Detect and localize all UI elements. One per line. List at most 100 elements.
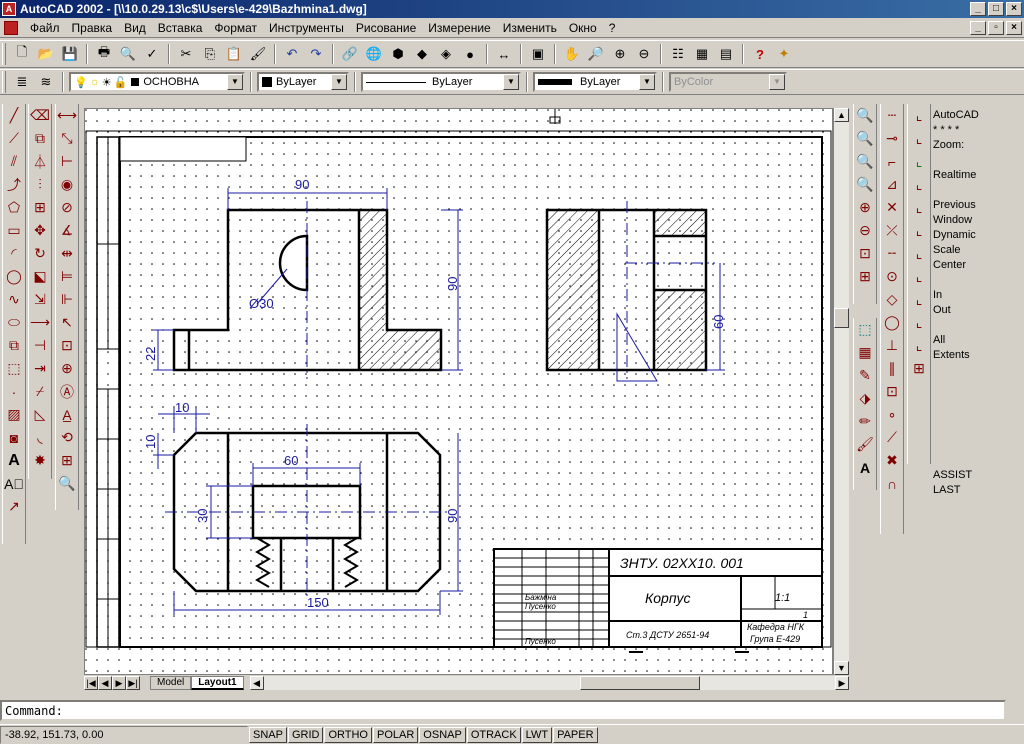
chevron-down-icon[interactable]: ▼ xyxy=(227,74,243,90)
radius-icon[interactable]: ◉ xyxy=(56,173,78,196)
zoom-dynamic-icon[interactable]: 🔍 xyxy=(854,127,876,150)
snap-nearest-icon[interactable]: ⟋ xyxy=(881,426,903,449)
help-icon[interactable]: ? xyxy=(749,43,771,65)
tolerance-icon[interactable]: ⊡ xyxy=(56,334,78,357)
pencil-icon[interactable]: ✏ xyxy=(854,410,876,433)
ucs-apply-icon[interactable]: ⊞ xyxy=(908,357,930,380)
ucs-object-icon[interactable]: ⌞ xyxy=(908,173,930,196)
dim-style-icon[interactable]: ⊞ xyxy=(56,449,78,472)
attribute-icon[interactable]: A⃞ xyxy=(3,472,25,495)
print-preview-icon[interactable]: 🔍 xyxy=(117,43,139,65)
snap-node-icon[interactable]: ∘ xyxy=(881,403,903,426)
doc-restore-button[interactable]: ▫ xyxy=(988,21,1004,35)
menu-help[interactable]: ? xyxy=(603,21,622,35)
continue-icon[interactable]: ⊩ xyxy=(56,288,78,311)
zoom-realtime-icon[interactable]: 🔎 xyxy=(585,43,607,65)
diameter-icon[interactable]: ⊘ xyxy=(56,196,78,219)
lengthen-icon[interactable]: ⟶ xyxy=(29,311,51,334)
aligned-dim-icon[interactable]: ⤡ xyxy=(56,127,78,150)
doc-minimize-button[interactable]: _ xyxy=(970,21,986,35)
mirror-icon[interactable]: ⏃ xyxy=(29,150,51,173)
extend-icon[interactable]: ⇥ xyxy=(29,357,51,380)
linear-dim-icon[interactable]: ⟷ xyxy=(56,104,78,127)
tab-layout1[interactable]: Layout1 xyxy=(191,676,244,690)
drawing-canvas[interactable]: 90 90 Ø30 22 60 10 10 60 30 90 150 ЗНТУ.… xyxy=(84,108,833,675)
ucs-z-icon[interactable]: ⌞ xyxy=(908,334,930,357)
properties-icon[interactable]: ☷ xyxy=(667,43,689,65)
info-option-in[interactable]: In xyxy=(933,288,1022,303)
dim-edit-icon[interactable]: Ⓐ xyxy=(56,380,78,403)
fillet-icon[interactable]: ◟ xyxy=(29,426,51,449)
print-icon[interactable]: 🖶 xyxy=(93,43,115,65)
snap-insert-icon[interactable]: ⊡ xyxy=(881,380,903,403)
tab-model[interactable]: Model xyxy=(150,676,192,690)
snap-toggle[interactable]: SNAP xyxy=(249,726,287,743)
info-option-last[interactable]: LAST xyxy=(933,483,1022,498)
hyperlink-icon[interactable]: 🔗 xyxy=(339,43,361,65)
paper-toggle[interactable]: PAPER xyxy=(553,726,598,743)
move-icon[interactable]: ✥ xyxy=(29,219,51,242)
ellipse-icon[interactable]: ⬭ xyxy=(3,311,25,334)
chamfer-icon[interactable]: ◺ xyxy=(29,403,51,426)
autocad-icon[interactable]: A xyxy=(2,2,16,16)
zoom-window-icon[interactable]: 🔍 xyxy=(854,104,876,127)
hatch-icon[interactable]: ▨ xyxy=(3,403,25,426)
ucs-previous-icon[interactable]: ⌞ xyxy=(908,127,930,150)
multiline-icon[interactable]: ⫽ xyxy=(3,150,25,173)
menu-window[interactable]: Окно xyxy=(563,21,603,35)
zoom-out-icon[interactable]: ⊖ xyxy=(854,219,876,242)
scroll-thumb[interactable] xyxy=(834,308,849,328)
info-option-assist[interactable]: ASSIST xyxy=(933,468,1022,483)
region-icon[interactable]: ◙ xyxy=(3,426,25,449)
leader-icon[interactable]: ↖ xyxy=(56,311,78,334)
info-option-previous[interactable]: Previous xyxy=(933,198,1022,213)
zoom-in-icon[interactable]: ⊕ xyxy=(854,196,876,219)
quick-dim-icon[interactable]: ⇹ xyxy=(56,242,78,265)
circle-icon[interactable]: ◯ xyxy=(3,265,25,288)
insert-block-icon[interactable]: ⧉ xyxy=(3,334,25,357)
grid-toggle[interactable]: GRID xyxy=(287,726,324,743)
snap-extension-icon[interactable]: ╌ xyxy=(881,242,903,265)
chevron-down-icon[interactable]: ▼ xyxy=(331,74,347,90)
info-option-realtime[interactable]: Realtime xyxy=(933,168,1022,183)
prev-tab-icon[interactable]: ◀ xyxy=(98,676,112,690)
menu-tools[interactable]: Инструменты xyxy=(263,21,350,35)
scroll-up-icon[interactable]: ▲ xyxy=(834,108,849,122)
menu-modify[interactable]: Изменить xyxy=(497,21,563,35)
match-properties-icon[interactable]: 🖌 xyxy=(247,43,269,65)
toolbar-grip[interactable] xyxy=(2,71,6,93)
trim-icon[interactable]: ⊣ xyxy=(29,334,51,357)
chevron-down-icon[interactable]: ▼ xyxy=(769,74,785,90)
publish-icon[interactable]: ⬢ xyxy=(387,43,409,65)
snap-center-icon[interactable]: ⊙ xyxy=(881,265,903,288)
cut-icon[interactable]: ✂ xyxy=(175,43,197,65)
ucs-icon[interactable]: ◈ xyxy=(435,43,457,65)
new-icon[interactable]: 🗋 xyxy=(11,43,33,65)
layer-manager-icon[interactable]: ≣ xyxy=(11,71,33,93)
ucs-view-icon[interactable]: ⌞ xyxy=(908,196,930,219)
line-icon[interactable]: ╱ xyxy=(3,104,25,127)
copy-object-icon[interactable]: ⧉ xyxy=(29,127,51,150)
minimize-button[interactable]: _ xyxy=(970,2,986,16)
polar-toggle[interactable]: POLAR xyxy=(373,726,419,743)
osnap-settings-icon[interactable]: ∩ xyxy=(881,472,903,495)
brush-icon[interactable]: 🖌 xyxy=(854,433,876,456)
horizontal-scrollbar[interactable]: ◀ ▶ xyxy=(249,676,849,690)
chevron-down-icon[interactable]: ▼ xyxy=(503,74,519,90)
construction-line-icon[interactable]: ⟋ xyxy=(3,127,25,150)
text-style-icon[interactable]: ↗ xyxy=(3,495,25,518)
text-icon[interactable]: A xyxy=(3,449,25,472)
zoom-center-icon[interactable]: 🔍 xyxy=(854,173,876,196)
distance-icon[interactable]: ↔ xyxy=(493,43,515,65)
polyline-icon[interactable]: ⤴ xyxy=(3,173,25,196)
ucs-3point-icon[interactable]: ⌞ xyxy=(908,265,930,288)
stretch-icon[interactable]: ⇲ xyxy=(29,288,51,311)
document-icon[interactable] xyxy=(4,20,18,35)
ucs-zaxis-icon[interactable]: ⌞ xyxy=(908,242,930,265)
zoom-all-icon[interactable]: ⊡ xyxy=(854,242,876,265)
polygon-icon[interactable]: ⬠ xyxy=(3,196,25,219)
offset-icon[interactable]: ⫶ xyxy=(29,173,51,196)
info-option-scale[interactable]: Scale xyxy=(933,243,1022,258)
undo-icon[interactable]: ↶ xyxy=(281,43,303,65)
menu-file[interactable]: Файл xyxy=(24,21,66,35)
